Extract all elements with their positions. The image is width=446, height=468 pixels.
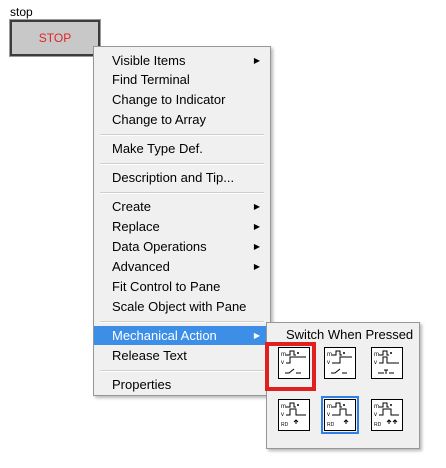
menu-item-mechanical-action[interactable]: Mechanical Action ▶	[94, 326, 270, 345]
submenu-arrow-icon: ▶	[253, 56, 260, 65]
svg-text:m: m	[281, 404, 286, 410]
context-menu: Visible Items ▶ Find Terminal Change to I…	[93, 46, 271, 396]
menu-item-data-operations[interactable]: Data Operations ▶	[94, 237, 270, 256]
menu-item-advanced[interactable]: Advanced ▶	[94, 257, 270, 276]
switch-until-released-icon[interactable]: m v	[371, 347, 403, 379]
svg-text:m: m	[327, 352, 332, 358]
submenu-arrow-icon: ▶	[253, 262, 260, 271]
svg-text:RD: RD	[281, 422, 289, 428]
highlight-box	[265, 342, 316, 391]
svg-text:m: m	[374, 404, 379, 410]
submenu-arrow-icon: ▶	[253, 202, 260, 211]
menu-item-release-text[interactable]: Release Text	[94, 346, 270, 365]
menu-item-label: Visible Items	[112, 53, 186, 68]
menu-item-label: Fit Control to Pane	[112, 279, 221, 294]
menu-item-label: Scale Object with Pane	[112, 299, 247, 314]
menu-item-label: Release Text	[112, 348, 187, 363]
svg-text:RD: RD	[374, 422, 382, 428]
latch-when-pressed-icon[interactable]: m v RD	[278, 399, 310, 431]
latch-when-released-icon[interactable]: m v RD	[321, 396, 359, 434]
svg-text:RD: RD	[327, 422, 335, 428]
menu-item-label: Change to Indicator	[112, 92, 226, 107]
latch-until-released-icon[interactable]: m v RD	[371, 399, 403, 431]
svg-text:v: v	[374, 412, 377, 418]
menu-item-label: Replace	[112, 219, 160, 234]
svg-text:v: v	[281, 412, 284, 418]
menu-separator	[100, 321, 264, 323]
menu-item-fit-control-to-pane[interactable]: Fit Control to Pane	[94, 277, 270, 296]
menu-item-label: Mechanical Action	[112, 328, 217, 343]
control-label: stop	[10, 5, 33, 19]
stop-button-text: STOP	[38, 31, 72, 45]
submenu-arrow-icon: ▶	[253, 242, 260, 251]
menu-item-label: Properties	[112, 377, 172, 392]
menu-item-label: Description and Tip...	[112, 170, 235, 185]
svg-text:m: m	[327, 404, 332, 410]
menu-item-find-terminal[interactable]: Find Terminal	[94, 70, 270, 89]
menu-item-scale-object-with-pane[interactable]: Scale Object with Pane	[94, 297, 270, 316]
menu-item-visible-items[interactable]: Visible Items ▶	[94, 51, 270, 70]
menu-item-properties[interactable]: Properties	[94, 375, 270, 394]
svg-text:v: v	[374, 360, 377, 366]
menu-item-make-type-def[interactable]: Make Type Def.	[94, 139, 270, 158]
menu-item-label: Advanced	[112, 259, 170, 274]
stop-button[interactable]: STOP	[9, 19, 101, 57]
menu-item-description-and-tip[interactable]: Description and Tip...	[94, 168, 270, 187]
menu-item-replace[interactable]: Replace ▶	[94, 217, 270, 236]
menu-separator	[100, 134, 264, 136]
menu-separator	[100, 163, 264, 165]
menu-item-label: Find Terminal	[112, 72, 190, 87]
menu-item-label: Change to Array	[112, 112, 206, 127]
menu-item-change-to-indicator[interactable]: Change to Indicator	[94, 90, 270, 109]
switch-when-released-icon[interactable]: m v	[324, 347, 356, 379]
submenu-arrow-icon: ▶	[253, 222, 260, 231]
menu-item-label: Make Type Def.	[112, 141, 203, 156]
svg-text:m: m	[374, 352, 379, 358]
menu-item-change-to-array[interactable]: Change to Array	[94, 110, 270, 129]
menu-separator	[100, 192, 264, 194]
menu-item-create[interactable]: Create ▶	[94, 197, 270, 216]
menu-separator	[100, 370, 264, 372]
submenu-arrow-icon: ▶	[253, 331, 260, 340]
svg-text:v: v	[327, 360, 330, 366]
menu-item-label: Data Operations	[112, 239, 207, 254]
svg-text:v: v	[327, 412, 330, 418]
menu-item-label: Create	[112, 199, 152, 214]
mechanical-action-label: Switch When Pressed	[286, 327, 414, 342]
